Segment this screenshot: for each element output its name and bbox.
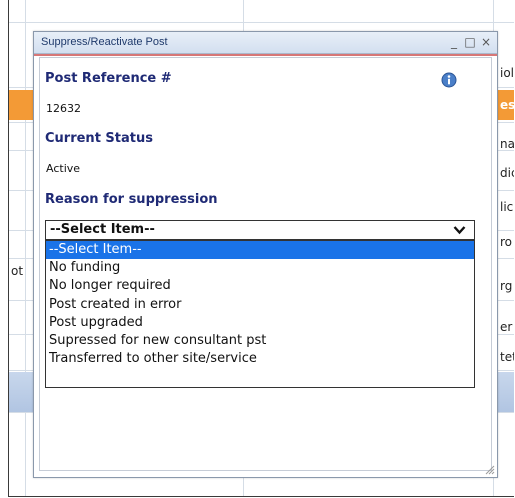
maximize-button[interactable]: □ — [464, 34, 476, 50]
reason-select[interactable]: --Select Item-- — [45, 220, 475, 240]
background-cell-text: lic — [500, 200, 514, 214]
dialog-body: Post Reference # 12632 Current Status Ac… — [39, 57, 492, 471]
dropdown-option[interactable]: Supressed for new consultant pst — [46, 332, 474, 350]
dialog-titlebar[interactable]: Suppress/Reactivate Post _ □ × — [34, 32, 497, 54]
dropdown-option[interactable]: Post created in error — [46, 296, 474, 314]
reason-select-value: --Select Item-- — [50, 222, 155, 237]
dropdown-option[interactable]: No longer required — [46, 277, 474, 295]
grid-line — [25, 0, 26, 496]
dialog-title: Suppress/Reactivate Post — [41, 36, 168, 48]
background-cell-text: tet — [500, 350, 514, 364]
background-cell-text: rg — [500, 279, 513, 293]
resize-grip-icon[interactable] — [483, 463, 495, 475]
background-cell-text: dic — [500, 166, 514, 180]
reason-dropdown-list[interactable]: --Select Item-- No funding No longer req… — [45, 240, 475, 388]
dropdown-option[interactable]: --Select Item-- — [46, 241, 474, 260]
chevron-down-icon — [453, 226, 466, 235]
reason-label: Reason for suppression — [45, 192, 218, 207]
current-status-value: Active — [46, 162, 81, 175]
background-cell-text: ro — [500, 235, 513, 249]
dropdown-option[interactable]: No funding — [46, 259, 474, 277]
title-divider — [34, 54, 497, 56]
dropdown-option[interactable]: Transferred to other site/service — [46, 350, 474, 368]
current-status-label: Current Status — [45, 131, 153, 146]
info-icon[interactable] — [441, 72, 457, 88]
close-button[interactable]: × — [480, 34, 492, 50]
background-cell-text: iol — [500, 66, 514, 80]
background-cell-text: es — [500, 98, 514, 112]
post-reference-label: Post Reference # — [45, 71, 172, 86]
background-cell-text: na — [500, 137, 514, 151]
suppress-reactivate-dialog: Suppress/Reactivate Post _ □ × Post Refe… — [33, 31, 498, 478]
background-cell-text: er — [500, 320, 513, 334]
post-reference-value: 12632 — [46, 102, 81, 115]
minimize-button[interactable]: _ — [448, 34, 460, 50]
dropdown-option[interactable]: Post upgraded — [46, 314, 474, 332]
grid-line — [9, 22, 514, 23]
background-cell-text: ot — [11, 264, 24, 278]
